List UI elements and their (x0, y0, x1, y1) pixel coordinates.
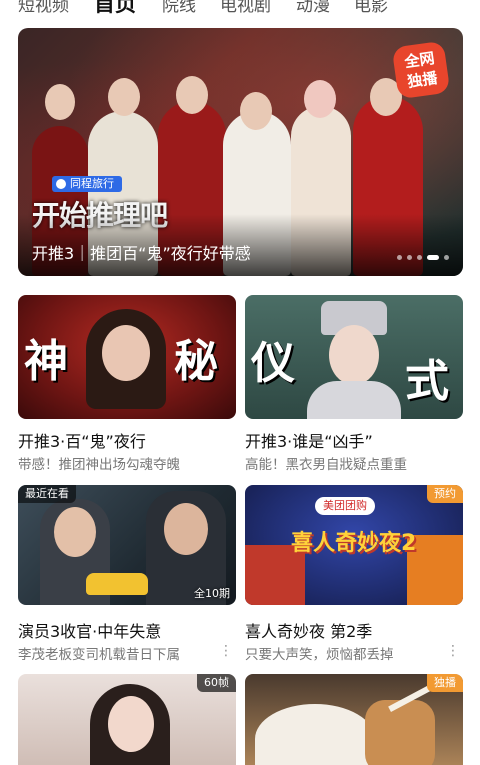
thumbnail-figure-face (102, 325, 150, 381)
video-card[interactable]: 神 秘 开推3·百“鬼”夜行 带感！推团神出场勾魂夺魄 (18, 295, 236, 473)
taxi-toy (86, 573, 148, 595)
exclusive-badge: 独播 (427, 674, 463, 692)
sponsor-logo-icon (56, 179, 66, 189)
more-dots-icon[interactable]: ⋮ (446, 643, 460, 659)
hero-caption: 开推3｜推团百“鬼”夜行好带感 (32, 244, 251, 263)
video-title: 喜人奇妙夜 第2季 (245, 622, 373, 641)
video-subtitle: 李茂老板变司机载昔日下属 (18, 647, 180, 663)
food-bowl (255, 704, 375, 765)
cast-figure-head (45, 84, 75, 120)
tab-tv-series[interactable]: 电视剧 (220, 0, 271, 16)
video-thumbnail[interactable]: 最近在看 全10期 (18, 485, 236, 605)
video-thumbnail[interactable]: 60帧 (18, 674, 236, 765)
thumbnail-figure-face (329, 325, 379, 385)
show-logo: 喜人奇妙夜2 (291, 531, 417, 556)
sponsor-logo: 美团团购 (315, 497, 375, 515)
cast-figure-head (176, 76, 208, 114)
tab-movies[interactable]: 电影 (354, 0, 388, 16)
video-thumbnail[interactable]: 神 秘 (18, 295, 236, 419)
sponsor-badge: 同程旅行 (52, 176, 122, 192)
exclusive-badge: 全网 独播 (391, 40, 451, 100)
food-item (365, 700, 435, 765)
cast-figure-head (304, 80, 336, 118)
video-card[interactable]: 60帧 (18, 674, 236, 765)
overlay-char: 秘 (174, 336, 218, 387)
carousel-dot[interactable] (444, 255, 449, 260)
cast-figure-head (240, 92, 272, 130)
more-dots-icon[interactable]: ⋮ (219, 643, 233, 659)
carousel-dot[interactable] (417, 255, 422, 260)
recently-watched-badge: 最近在看 (18, 485, 76, 503)
video-card[interactable]: 独播 (245, 674, 463, 765)
cast-figure-head (108, 78, 140, 116)
overlay-char: 式 (405, 356, 449, 407)
tab-short-video[interactable]: 短视频 (18, 0, 69, 16)
carousel-dot[interactable] (427, 255, 439, 260)
video-thumbnail[interactable]: 仪 式 (245, 295, 463, 419)
video-title: 开推3·百“鬼”夜行 (18, 432, 146, 451)
video-subtitle: 只要大声笑，烦恼都丢掉 (245, 647, 394, 663)
thumbnail-figure-face (54, 507, 96, 557)
video-title: 演员3收官·中年失意 (18, 622, 162, 641)
thumbnail-figure (307, 381, 401, 419)
top-nav: 短视频 首页 院线 电视剧 动漫 电影 (0, 0, 480, 20)
carousel-dot[interactable] (407, 255, 412, 260)
sponsor-name: 同程旅行 (70, 177, 114, 190)
video-thumbnail[interactable]: 美团团购 喜人奇妙夜2 预约 (245, 485, 463, 605)
video-subtitle: 带感！推团神出场勾魂夺魄 (18, 457, 180, 473)
tab-cinema[interactable]: 院线 (162, 0, 196, 16)
video-card[interactable]: 美团团购 喜人奇妙夜2 预约 喜人奇妙夜 第2季 只要大声笑，烦恼都丢掉 ⋮ (245, 485, 463, 663)
video-card[interactable]: 最近在看 全10期 演员3收官·中年失意 李茂老板变司机载昔日下属 ⋮ (18, 485, 236, 663)
overlay-char: 仪 (251, 338, 295, 389)
video-card[interactable]: 仪 式 开推3·谁是“凶手” 高能！黑衣男自戕疑点重重 (245, 295, 463, 473)
carousel-dot[interactable] (397, 255, 402, 260)
video-thumbnail[interactable]: 独播 (245, 674, 463, 765)
tab-anime[interactable]: 动漫 (296, 0, 330, 16)
overlay-char: 神 (24, 336, 68, 387)
hero-banner[interactable]: 同程旅行 开始推理吧 全网 独播 开推3｜推团百“鬼”夜行好带感 (18, 28, 463, 276)
thumbnail-figure-face (108, 696, 154, 752)
video-subtitle: 高能！黑衣男自戕疑点重重 (245, 457, 407, 473)
episode-count: 全10期 (194, 587, 230, 600)
video-title: 开推3·谁是“凶手” (245, 432, 373, 451)
carousel-indicator (397, 255, 449, 260)
thumbnail-figure-face (164, 503, 208, 555)
reserve-badge: 预约 (427, 485, 463, 503)
tab-home[interactable]: 首页 (94, 0, 136, 18)
framerate-badge: 60帧 (197, 674, 236, 692)
